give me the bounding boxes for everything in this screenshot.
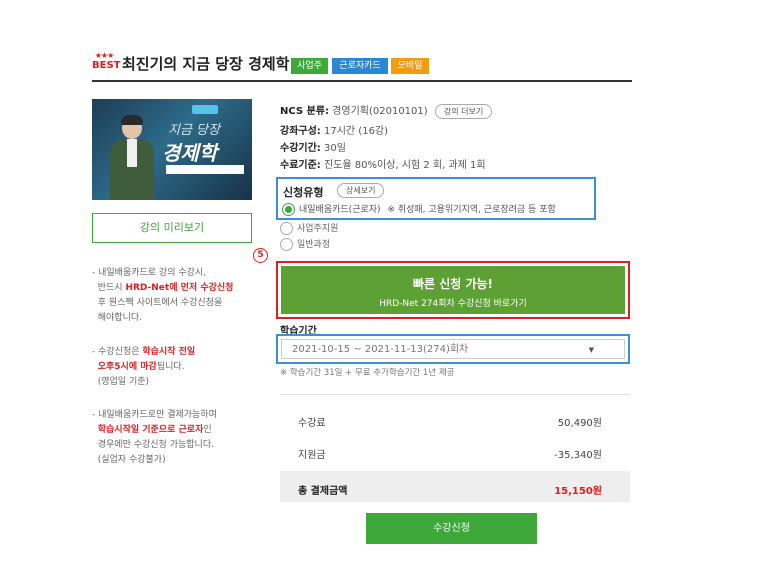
note-line: (영업일 기준) — [92, 375, 264, 390]
fee-value: 50,490원 — [557, 418, 602, 429]
thumbnail-text-2: 경제학 — [162, 141, 218, 165]
preview-button[interactable]: 강의 미리보기 — [92, 213, 252, 243]
option-worker-card[interactable]: 내일배움카드(근로자) ※ 취성패, 고용위기지역, 근로장려금 등 포함 — [282, 202, 556, 216]
option-label: 내일배움카드(근로자) — [299, 205, 381, 215]
radio-general[interactable] — [280, 238, 293, 251]
option-note: ※ 취성패, 고용위기지역, 근로장려금 등 포함 — [387, 205, 556, 215]
note-text: (실업자 수강불가) — [97, 455, 166, 465]
note-line: 학습시작일 기준으로 근로자인 — [92, 423, 264, 438]
study-period-highlight: 2021-10-15 ~ 2021-11-13(274)회차 ▼ — [276, 334, 630, 364]
apply-type-box: 신청유형 상세보기 내일배움카드(근로자) ※ 취성패, 고용위기지역, 근로장… — [276, 177, 596, 220]
info-ncs: NCS 분류: 경영기획(02010101) 강의 더보기 — [280, 102, 493, 119]
note-text: 후 원스쩩 사이트에서 수강신청을 — [97, 298, 223, 308]
ncs-label: NCS 분류: — [280, 106, 329, 117]
info-period: 수강기간: 30일 — [280, 139, 346, 154]
tag-mobile: 모바일 — [391, 58, 429, 74]
note-highlight: 오후5시에 마감 — [97, 362, 157, 372]
lecturer-image — [110, 115, 154, 200]
criteria-label: 수료기준: — [280, 160, 321, 171]
info-criteria: 수료기준: 진도율 80%이상, 시험 2 회, 과제 1회 — [280, 156, 486, 171]
note-highlight: 학습시작 전일 — [142, 347, 196, 357]
course-title: 최진기의 지금 당장 경제학 — [122, 55, 290, 73]
notice-card-registration: - 내일배움카드로 강의 수강시, 반드시 HRD-Net에 먼저 수강신청 후… — [92, 266, 264, 326]
option-label: 사업주지원 — [297, 224, 339, 234]
period-label: 수강기간: — [280, 143, 321, 154]
period-value: 30일 — [324, 143, 346, 154]
price-row-support: 지원금 -35,340원 — [280, 435, 630, 467]
support-value: -35,340원 — [554, 450, 602, 461]
note-line: 해야합니다. — [92, 311, 264, 326]
note-text: - 내일배움카드로만 결제가능하며 — [92, 410, 217, 420]
note-text: 반드시 — [97, 283, 126, 293]
study-period-value: 2021-10-15 ~ 2021-11-13(274)회차 — [292, 344, 469, 355]
best-badge: ★★★ BEST — [92, 51, 121, 76]
course-thumbnail[interactable]: 지금 당장 경제학 — [92, 99, 252, 200]
criteria-value: 진도율 80%이상, 시험 2 회, 과제 1회 — [324, 160, 486, 171]
support-label: 지원금 — [298, 450, 326, 461]
study-period-select[interactable]: 2021-10-15 ~ 2021-11-13(274)회차 ▼ — [281, 339, 625, 359]
chevron-down-icon: ▼ — [588, 346, 594, 354]
tag-employer: 사업주 — [291, 58, 328, 74]
ncs-value: 경영기획(02010101) — [332, 106, 428, 117]
composition-value: 17시간 (16강) — [324, 126, 389, 137]
price-row-total: 총 결제금액 15,150원 — [280, 471, 630, 502]
thumbnail-text-1: 지금 당장 — [168, 123, 220, 138]
quick-apply-title: 빠른 신청 가능! — [412, 277, 494, 291]
option-label: 일반과정 — [297, 240, 331, 250]
note-line: 반드시 HRD-Net에 먼저 수강신청 — [92, 281, 264, 296]
detail-button[interactable]: 상세보기 — [337, 183, 385, 198]
note-highlight: HRD-Net에 먼저 수강신청 — [125, 283, 234, 293]
note-text: (영업일 기준) — [97, 377, 150, 387]
tag-worker-card: 근로자카드 — [332, 58, 388, 74]
option-general[interactable]: 일반과정 — [280, 237, 330, 251]
note-line: 후 원스쩩 사이트에서 수강신청을 — [92, 296, 264, 311]
thumbnail-badge — [192, 105, 218, 114]
radio-employer[interactable] — [280, 222, 293, 235]
note-text: 경우에만 수강신청 가능합니다. — [97, 440, 214, 450]
enroll-button[interactable]: 수강신청 — [366, 513, 537, 544]
radio-worker-card[interactable] — [282, 203, 295, 216]
course-header: ★★★ BEST 최진기의 지금 당장 경제학 사업주 근로자카드 모바일 — [92, 48, 632, 82]
note-line: 경우에만 수강신청 가능합니다. — [92, 438, 264, 453]
apply-type-label: 신청유형 — [283, 186, 324, 199]
step-number-marker: 5 — [253, 248, 268, 263]
note-line: (실업자 수강불가) — [92, 453, 264, 468]
quick-apply-highlight: 빠른 신청 가능! HRD-Net 274회차 수강신청 바로가기 — [276, 261, 630, 319]
note-highlight: 학습시작일 기준으로 근로자 — [97, 425, 204, 435]
note-text: - 내일배움카드로 강의 수강시, — [92, 268, 207, 278]
note-text: 인 — [203, 425, 212, 435]
composition-label: 강좌구성: — [280, 126, 321, 137]
more-courses-button[interactable]: 강의 더보기 — [434, 103, 493, 119]
quick-apply-button[interactable]: 빠른 신청 가능! HRD-Net 274회차 수강신청 바로가기 — [281, 266, 625, 314]
best-label: BEST — [92, 60, 121, 71]
fee-label: 수강료 — [298, 418, 326, 429]
note-line: - 수강신청은 학습시작 전일 — [92, 345, 264, 360]
total-label: 총 결제금액 — [298, 486, 348, 497]
price-table: 수강료 50,490원 지원금 -35,340원 총 결제금액 15,150원 — [280, 394, 630, 502]
total-value: 15,150원 — [554, 486, 602, 497]
note-text: 해야합니다. — [97, 313, 142, 323]
thumbnail-strip — [166, 165, 244, 174]
note-text: - 수강신청은 — [92, 347, 143, 357]
quick-apply-subtitle: HRD-Net 274회차 수강신청 바로가기 — [379, 299, 527, 309]
note-line: 오후5시에 마감됩니다. — [92, 360, 264, 375]
price-row-fee: 수강료 50,490원 — [280, 403, 630, 435]
best-stars: ★★★ — [94, 51, 115, 60]
study-period-note: ※ 학습기간 31일 + 무료 추가학습기간 1년 제공 — [280, 368, 455, 378]
note-text: 됩니다. — [156, 362, 185, 372]
notice-deadline: - 수강신청은 학습시작 전일 오후5시에 마감됩니다. (영업일 기준) — [92, 345, 264, 390]
notice-payment: - 내일배움카드로만 결제가능하며 학습시작일 기준으로 근로자인 경우에만 수… — [92, 408, 264, 468]
option-employer[interactable]: 사업주지원 — [280, 221, 338, 235]
info-composition: 강좌구성: 17시간 (16강) — [280, 122, 388, 137]
